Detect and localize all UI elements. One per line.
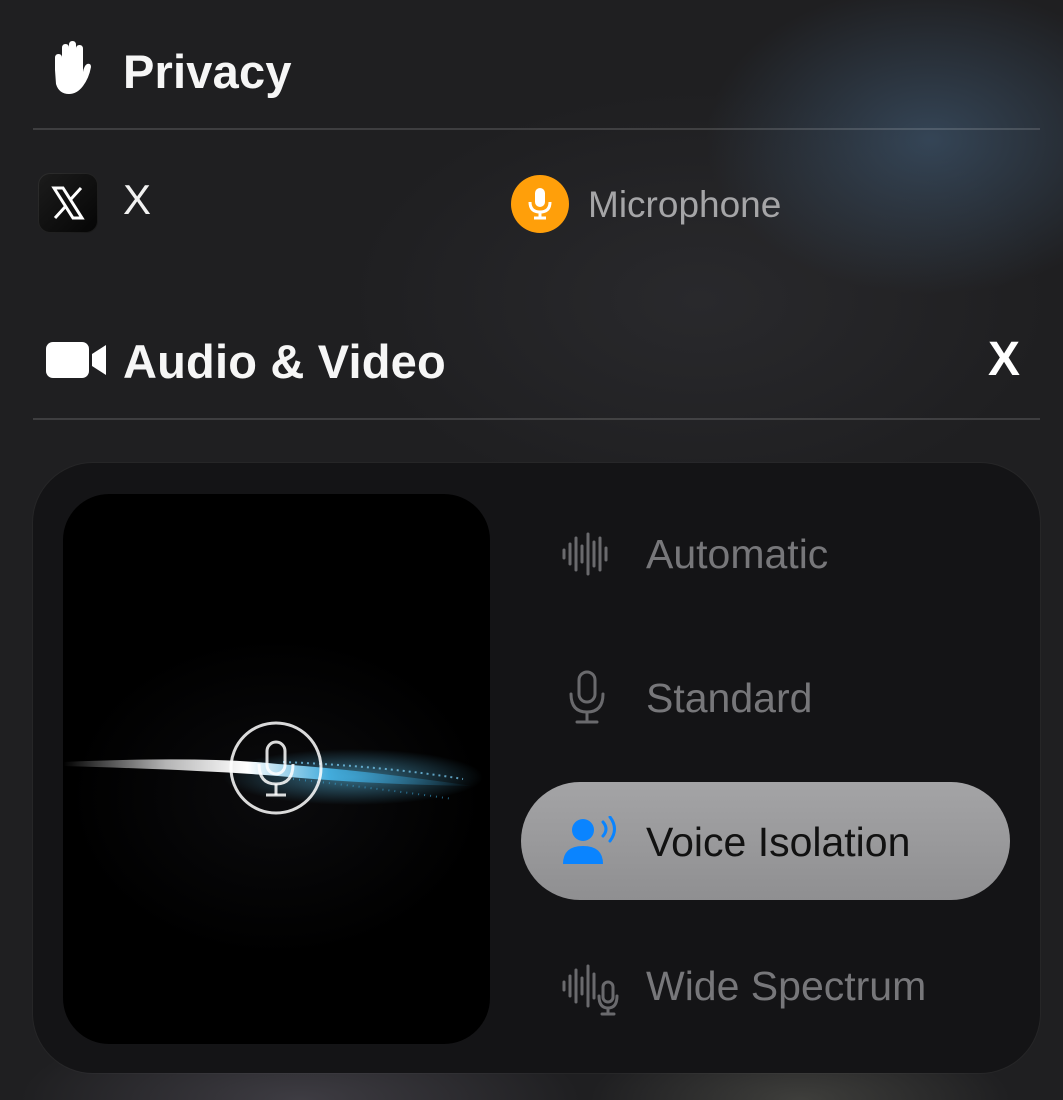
- privacy-header: Privacy: [0, 22, 1063, 112]
- audio-video-divider: [33, 418, 1040, 420]
- waveform-mic-icon: [561, 962, 621, 1023]
- mic-mode-preview: [63, 494, 490, 1044]
- permission-label: Microphone: [588, 184, 782, 225]
- mode-label: Voice Isolation: [646, 819, 911, 865]
- audio-video-header: Audio & Video: [0, 312, 1063, 402]
- hand-icon: [47, 40, 93, 101]
- mode-automatic[interactable]: Automatic: [521, 494, 1010, 612]
- person-wave-icon: [561, 815, 623, 871]
- waveform-icon: [561, 532, 613, 581]
- microphone-icon: [567, 670, 607, 731]
- mode-wide-spectrum[interactable]: Wide Spectrum: [521, 926, 1010, 1044]
- mode-label: Wide Spectrum: [646, 963, 927, 1009]
- microphone-indicator-icon: [511, 175, 569, 233]
- x-app-icon: [38, 173, 98, 233]
- mode-voice-isolation[interactable]: Voice Isolation: [521, 782, 1010, 900]
- close-button[interactable]: X: [988, 332, 1020, 387]
- app-name: X: [123, 176, 152, 223]
- mode-standard[interactable]: Standard: [521, 638, 1010, 756]
- audio-video-title: Audio & Video: [123, 335, 446, 388]
- mode-label: Automatic: [646, 531, 829, 577]
- video-camera-icon: [46, 340, 108, 385]
- privacy-divider: [33, 128, 1040, 130]
- mode-label: Standard: [646, 675, 813, 721]
- privacy-title: Privacy: [123, 45, 292, 98]
